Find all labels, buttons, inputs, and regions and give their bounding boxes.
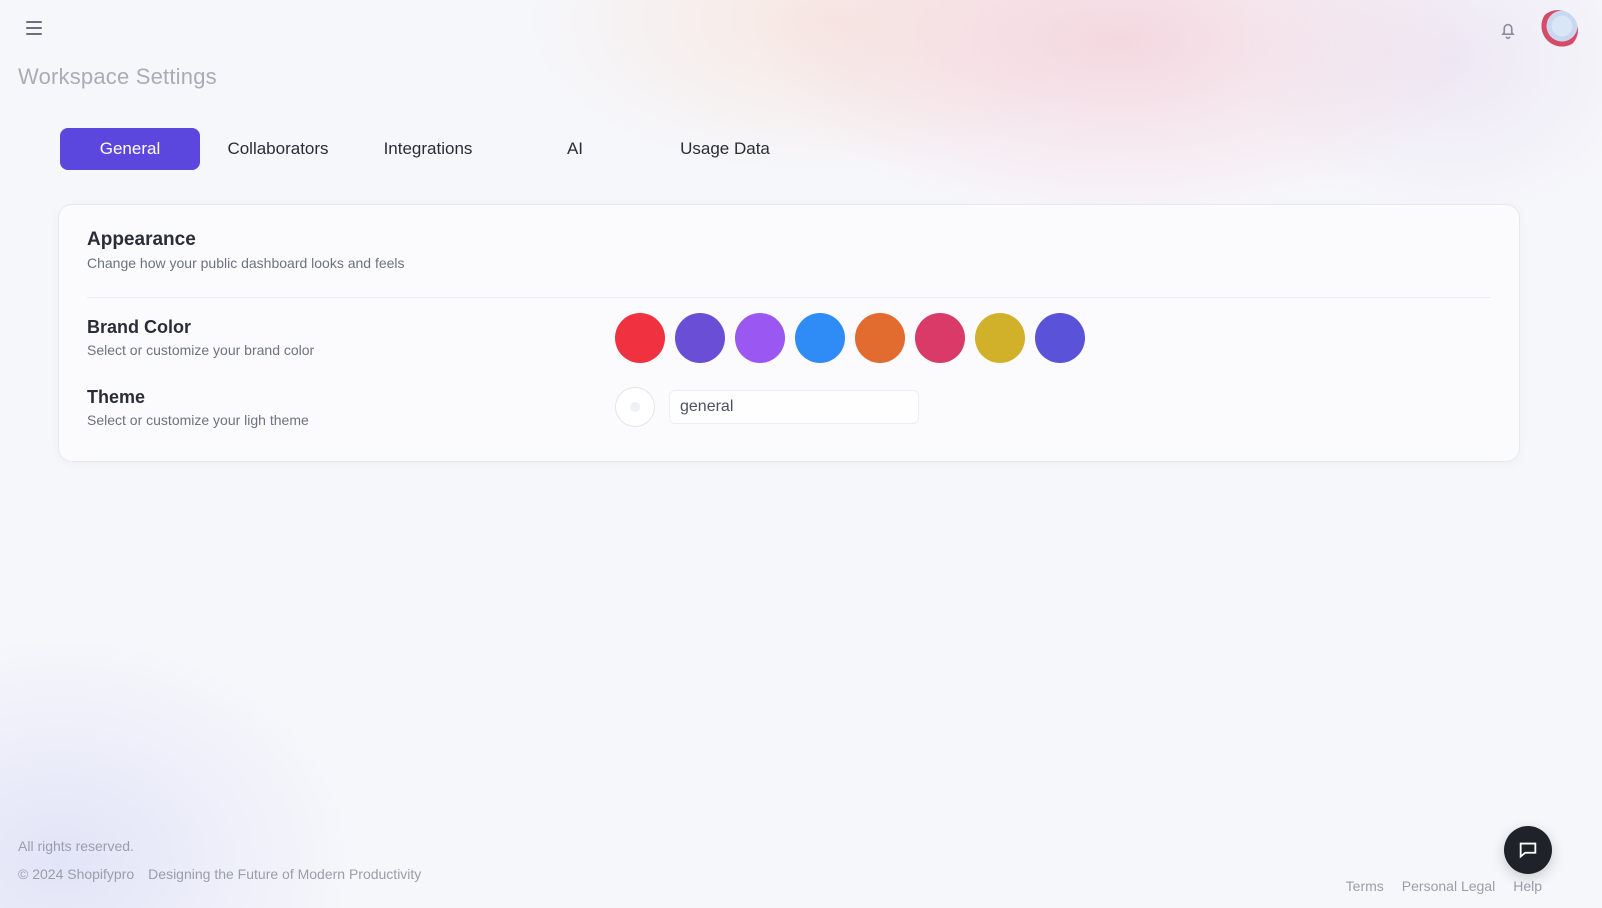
theme-radio[interactable] bbox=[615, 387, 655, 427]
footer-left: All rights reserved. © 2024 Shopifypro D… bbox=[18, 838, 421, 882]
color-swatch-blue[interactable] bbox=[795, 313, 845, 363]
tab-ai[interactable]: AI bbox=[500, 128, 650, 170]
footer-tagline: Designing the Future of Modern Productiv… bbox=[148, 866, 422, 882]
brand-color-label: Brand Color bbox=[87, 317, 192, 337]
user-avatar[interactable] bbox=[1538, 10, 1578, 50]
tab-integrations[interactable]: Integrations bbox=[356, 128, 500, 170]
bell-icon[interactable] bbox=[1492, 14, 1524, 46]
footer-link-help[interactable]: Help bbox=[1513, 878, 1542, 894]
tab-general[interactable]: General bbox=[60, 128, 200, 170]
color-swatch-orange[interactable] bbox=[855, 313, 905, 363]
theme-select[interactable]: general bbox=[669, 390, 919, 424]
footer-copyright: © 2024 Shopifypro bbox=[18, 866, 135, 882]
app-root: Workspace Settings General Collaborators… bbox=[0, 0, 1602, 908]
settings-tabs: General Collaborators Integrations AI Us… bbox=[60, 128, 800, 170]
page-title: Workspace Settings bbox=[18, 64, 217, 89]
theme-label-group: Theme Select or customize your ligh them… bbox=[87, 387, 309, 428]
hamburger-menu-icon[interactable] bbox=[20, 14, 48, 42]
appearance-title: Appearance bbox=[87, 229, 196, 250]
footer-link-terms[interactable]: Terms bbox=[1346, 878, 1384, 894]
color-swatch-indigo[interactable] bbox=[675, 313, 725, 363]
theme-label: Theme bbox=[87, 387, 146, 407]
color-swatch-red[interactable] bbox=[615, 313, 665, 363]
color-swatch-violet[interactable] bbox=[735, 313, 785, 363]
appearance-card: Appearance Change how your public dashbo… bbox=[58, 204, 1520, 462]
brand-color-description: Select or customize your brand color bbox=[87, 342, 315, 358]
appearance-header: Appearance Change how your public dashbo… bbox=[87, 229, 405, 271]
color-swatch-pink[interactable] bbox=[915, 313, 965, 363]
color-swatch-purple-blue[interactable] bbox=[1035, 313, 1085, 363]
brand-color-swatches bbox=[615, 313, 1085, 363]
theme-description: Select or customize your ligh theme bbox=[87, 412, 309, 428]
tab-collaborators[interactable]: Collaborators bbox=[200, 128, 356, 170]
tab-usage-data[interactable]: Usage Data bbox=[650, 128, 800, 170]
footer-rights: All rights reserved. bbox=[18, 838, 134, 854]
chat-bubble-icon[interactable] bbox=[1504, 826, 1552, 874]
header-actions bbox=[1492, 10, 1578, 50]
footer-credits: © 2024 Shopifypro Designing the Future o… bbox=[18, 866, 421, 882]
section-divider bbox=[87, 297, 1491, 298]
color-swatch-gold[interactable] bbox=[975, 313, 1025, 363]
footer-links: Terms Personal Legal Help bbox=[1346, 878, 1542, 894]
footer-link-personal-legal[interactable]: Personal Legal bbox=[1402, 878, 1495, 894]
appearance-subtitle: Change how your public dashboard looks a… bbox=[87, 255, 405, 271]
brand-color-label-group: Brand Color Select or customize your bra… bbox=[87, 317, 314, 358]
theme-control: general bbox=[615, 387, 919, 427]
